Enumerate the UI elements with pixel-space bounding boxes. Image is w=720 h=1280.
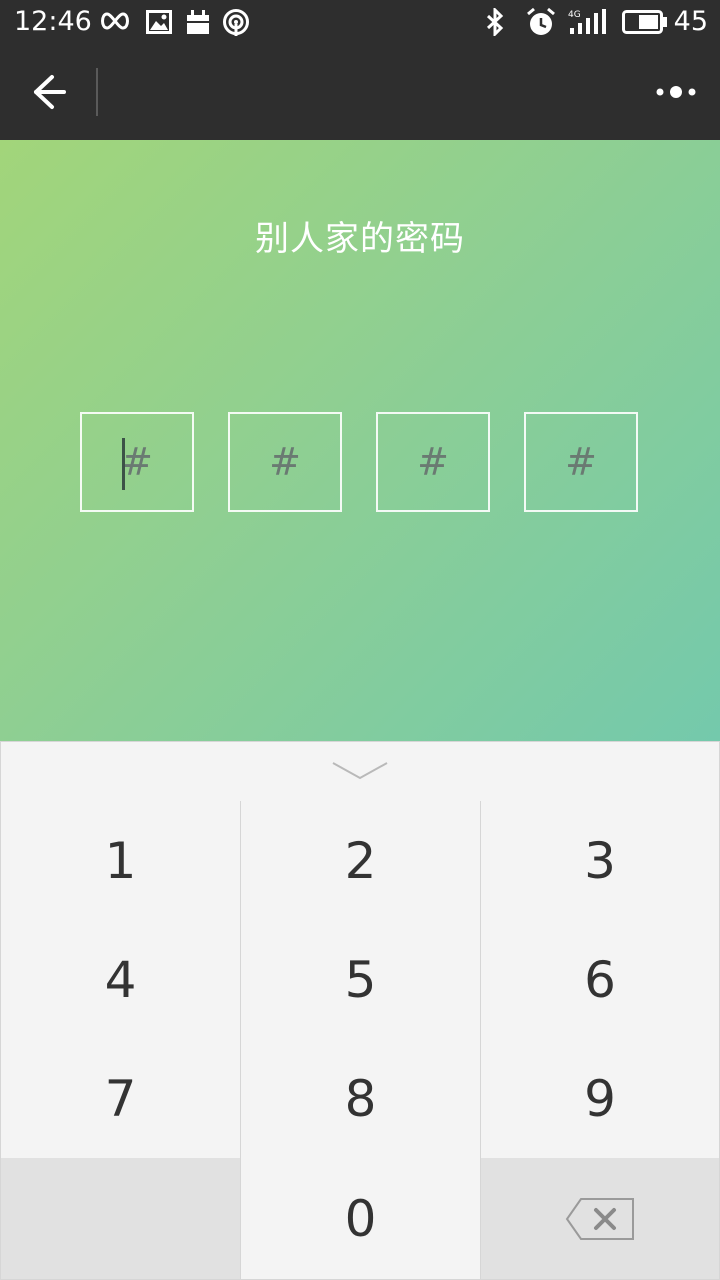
status-time: 12:46	[14, 6, 92, 37]
key-7[interactable]: 7	[0, 1039, 241, 1159]
key-2[interactable]: 2	[240, 801, 481, 921]
code-box-2[interactable]: #	[228, 412, 342, 512]
code-box-4[interactable]: #	[524, 412, 638, 512]
code-box-placeholder: #	[417, 440, 449, 484]
code-box-1[interactable]: #	[80, 412, 194, 512]
infinity-icon	[101, 12, 129, 30]
more-dots-icon	[656, 86, 696, 98]
password-panel: 别人家的密码 # # # #	[0, 140, 720, 741]
title-bar	[0, 44, 720, 140]
key-blank	[0, 1158, 241, 1280]
code-box-placeholder: #	[121, 440, 153, 484]
key-6[interactable]: 6	[480, 920, 720, 1040]
code-box-placeholder: #	[565, 440, 597, 484]
key-9[interactable]: 9	[480, 1039, 720, 1159]
battery-icon	[622, 10, 667, 34]
title-divider	[96, 68, 98, 116]
svg-text:4G: 4G	[568, 10, 581, 20]
key-5[interactable]: 5	[240, 920, 481, 1040]
more-options-button[interactable]	[652, 72, 700, 112]
status-bar: 12:46 4G 45	[0, 0, 720, 44]
hotspot-icon	[223, 9, 249, 36]
page-title: 别人家的密码	[255, 219, 465, 259]
battery-percentage: 45	[673, 6, 708, 37]
text-cursor	[122, 438, 125, 490]
key-0[interactable]: 0	[240, 1158, 481, 1280]
backspace-key[interactable]	[480, 1158, 720, 1280]
arrow-left-icon	[34, 75, 66, 109]
calendar-icon	[187, 10, 209, 34]
chevron-down-icon	[332, 762, 388, 780]
backspace-icon	[565, 1197, 634, 1240]
key-4[interactable]: 4	[0, 920, 241, 1040]
alarm-icon	[527, 7, 555, 35]
back-button[interactable]	[22, 68, 74, 116]
key-1[interactable]: 1	[0, 801, 241, 921]
numeric-keypad: 1 2 3 4 5 6 7 8 9 0	[0, 801, 720, 1280]
key-3[interactable]: 3	[480, 801, 720, 921]
bluetooth-icon	[486, 8, 504, 36]
signal-4g-icon: 4G	[568, 9, 606, 34]
keyboard-collapse-button[interactable]	[0, 741, 720, 802]
key-8[interactable]: 8	[240, 1039, 481, 1159]
image-icon	[146, 10, 172, 34]
code-box-3[interactable]: #	[376, 412, 490, 512]
code-box-placeholder: #	[269, 440, 301, 484]
